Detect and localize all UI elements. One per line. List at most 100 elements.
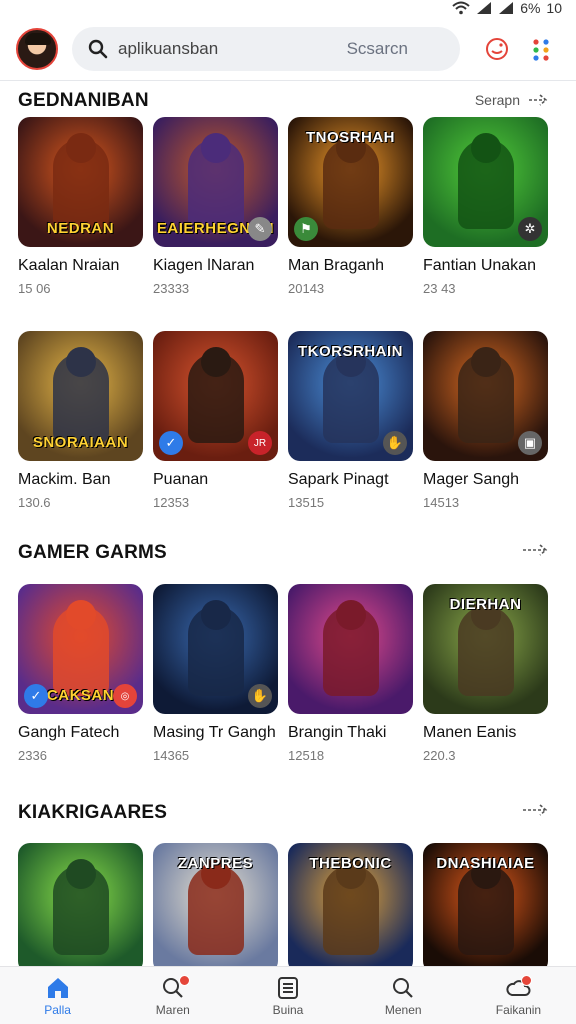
game-card[interactable] — [18, 843, 143, 973]
game-card[interactable]: TNOSRHAH ⚑ Man Braganh 20143 — [288, 117, 413, 296]
game-card[interactable]: ✋ Masing Tr Gangh 14365 — [153, 584, 278, 763]
character-head — [65, 600, 96, 630]
game-count: 14513 — [423, 495, 460, 510]
arrow-right-icon — [523, 804, 548, 816]
character-head — [200, 600, 231, 630]
game-card[interactable]: NEDRAN Kaalan Nraian 15 06 — [18, 117, 143, 296]
game-thumbnail[interactable] — [18, 843, 143, 973]
character-head — [65, 347, 96, 377]
game-card[interactable]: THEBONIC — [288, 843, 413, 973]
game-card[interactable]: DNASHIAIAE — [423, 843, 548, 973]
notification-badge — [521, 975, 533, 986]
game-thumbnail[interactable]: DIERHAN — [423, 584, 548, 714]
game-card[interactable]: CAKSAN ✓ ◎ Gangh Fatech 2336 — [18, 584, 143, 763]
game-count: 13515 — [288, 495, 325, 510]
game-count: 20143 — [288, 281, 325, 296]
game-banner-text: ZANPRES — [177, 855, 254, 872]
character-head — [200, 133, 231, 163]
game-card[interactable]: ✲ Fantian Unakan 23 43 — [423, 117, 548, 296]
tab-label: Palla — [44, 1002, 71, 1017]
tab-search[interactable]: Menen — [346, 967, 461, 1024]
game-card[interactable]: TKORSRHAIN ✋ Sapark Pinagt 13515 — [288, 331, 413, 510]
character-head — [65, 859, 96, 889]
check-icon: ✓ — [24, 684, 48, 708]
wifi-icon — [452, 1, 470, 15]
search-input[interactable] — [118, 39, 338, 59]
section-header: GEDNANIBAN Serapn — [18, 90, 558, 116]
game-card[interactable]: DIERHAN Manen Eanis 220.3 — [423, 584, 548, 763]
jr-badge: JR — [248, 431, 272, 455]
scan-face-icon[interactable] — [484, 36, 510, 62]
arrow-right-icon — [529, 94, 548, 106]
game-count: 12518 — [288, 748, 325, 763]
apps-grid-icon[interactable] — [528, 36, 554, 62]
game-banner-text: TKORSRHAIN — [298, 343, 403, 360]
game-card[interactable]: SNORAIAAN Mackim. Ban 130.6 — [18, 331, 143, 510]
game-card[interactable]: ✓ JR Puanan 12353 — [153, 331, 278, 510]
header-divider — [0, 80, 576, 81]
app-header: Scsarcn — [0, 22, 576, 78]
status-bar: 6% 10 — [0, 0, 576, 20]
section-header: GAMER GARMS — [18, 542, 558, 568]
game-thumbnail[interactable]: ✲ — [423, 117, 548, 247]
game-grid: ZANPRES THEBONIC DNASHIAIAE — [18, 843, 558, 973]
wrench-icon: ✎ — [248, 217, 272, 241]
home-icon — [47, 977, 68, 998]
tab-label: Maren — [155, 1002, 190, 1017]
see-more-link[interactable] — [522, 804, 548, 816]
see-more-link[interactable] — [522, 544, 548, 556]
section-title: GAMER GARMS — [18, 542, 167, 563]
game-thumbnail[interactable]: THEBONIC — [288, 843, 413, 973]
signal-2-icon — [499, 2, 514, 14]
game-thumbnail[interactable]: NEDRAN — [18, 117, 143, 247]
game-count: 220.3 — [423, 748, 456, 763]
check-icon: ✓ — [159, 431, 183, 455]
notification-badge — [179, 975, 191, 986]
bottom-tab-bar: Palla Maren Buina Menen Faikanin — [0, 966, 576, 1024]
hand-icon: ✋ — [383, 431, 407, 455]
search-bar[interactable]: Scsarcn — [72, 27, 460, 71]
see-more-link[interactable]: Serapn — [475, 92, 548, 108]
tab-cloud[interactable]: Faikanin — [461, 967, 576, 1024]
game-card[interactable]: EAIERHEGNON ✎ Kiagen lNaran 23333 — [153, 117, 278, 296]
game-thumbnail[interactable]: ▣ — [423, 331, 548, 461]
game-card[interactable]: ▣ Mager Sangh 14513 — [423, 331, 548, 510]
game-card[interactable]: Brangin Thaki 12518 — [288, 584, 413, 763]
game-count: 14365 — [153, 748, 190, 763]
tab-list[interactable]: Buina — [230, 967, 345, 1024]
tab-home[interactable]: Palla — [0, 967, 115, 1024]
game-banner-text: THEBONIC — [309, 855, 392, 872]
game-thumbnail[interactable]: ZANPRES — [153, 843, 278, 973]
game-title: Masing Tr Gangh — [153, 724, 276, 741]
game-count: 130.6 — [18, 495, 51, 510]
search-button[interactable]: Scsarcn — [347, 39, 408, 59]
game-title: Kiagen lNaran — [153, 257, 255, 274]
game-thumbnail[interactable]: DNASHIAIAE — [423, 843, 548, 973]
game-title: Mackim. Ban — [18, 471, 111, 488]
game-thumbnail[interactable]: SNORAIAAN — [18, 331, 143, 461]
see-more-label: Serapn — [474, 92, 520, 108]
character-head — [65, 133, 96, 163]
game-grid: CAKSAN ✓ ◎ Gangh Fatech 2336 ✋ Masing Tr Gangh… — [18, 584, 558, 763]
game-thumbnail[interactable]: ✓ JR — [153, 331, 278, 461]
tab-discover[interactable]: Maren — [115, 967, 230, 1024]
game-count: 2336 — [18, 748, 47, 763]
game-title: Mager Sangh — [423, 471, 520, 488]
game-card[interactable]: ZANPRES — [153, 843, 278, 973]
game-title: Puanan — [153, 471, 209, 488]
ring-icon: ◎ — [113, 684, 137, 708]
avatar[interactable] — [16, 28, 58, 70]
game-thumbnail[interactable]: EAIERHEGNON ✎ — [153, 117, 278, 247]
game-thumbnail[interactable]: TNOSRHAH ⚑ — [288, 117, 413, 247]
game-thumbnail[interactable]: TKORSRHAIN ✋ — [288, 331, 413, 461]
game-thumbnail[interactable]: CAKSAN ✓ ◎ — [18, 584, 143, 714]
hand-icon: ✋ — [248, 684, 272, 708]
game-title: Man Braganh — [288, 257, 385, 274]
game-title: Brangin Thaki — [288, 724, 387, 741]
game-title: Fantian Unakan — [423, 257, 536, 274]
game-thumbnail[interactable] — [288, 584, 413, 714]
game-count: 23333 — [153, 281, 190, 296]
game-banner-text: SNORAIAAN — [32, 434, 129, 451]
game-thumbnail[interactable]: ✋ — [153, 584, 278, 714]
search-icon — [88, 39, 108, 59]
